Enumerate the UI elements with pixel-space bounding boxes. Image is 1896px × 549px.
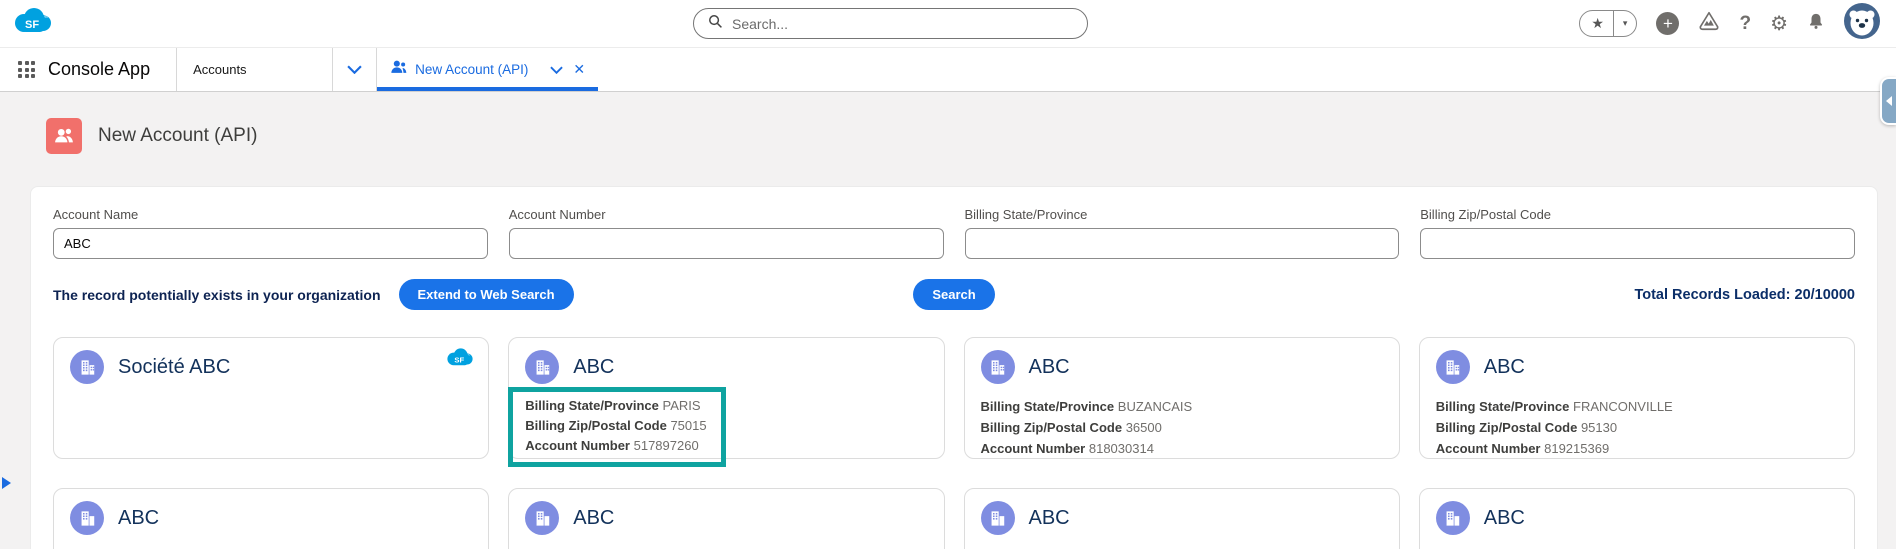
trailhead-icon[interactable] [1698, 10, 1720, 37]
record-exists-message: The record potentially exists in your or… [53, 286, 381, 303]
detail-label: Billing Zip/Postal Code [525, 418, 667, 433]
search-input[interactable] [732, 15, 1073, 32]
account-building-icon [980, 350, 1015, 384]
detail-label: Billing Zip/Postal Code [1435, 420, 1578, 435]
left-panel-expand-arrow[interactable] [2, 477, 11, 489]
account-card-title: ABC [1028, 355, 1070, 378]
account-building-icon [525, 350, 560, 384]
tab-accounts-dropdown[interactable] [332, 48, 376, 91]
account-results-grid: Société ABC SF ® ABC Billing State/Provi… [53, 337, 1855, 549]
billing-zip-label: Billing Zip/Postal Code [1420, 207, 1552, 222]
favorites-dropdown-icon[interactable]: ▾ [1612, 11, 1637, 36]
tab-close-icon[interactable]: ✕ [573, 61, 585, 78]
account-card-title: ABC [1483, 506, 1525, 529]
account-building-icon [70, 501, 104, 535]
svg-text:SF: SF [455, 355, 465, 364]
detail-value: BUZANCAIS [1117, 399, 1193, 414]
account-name-label: Account Name [53, 207, 139, 222]
record-details: Billing State/Province FRANCONVILLE Bill… [1436, 396, 1838, 459]
account-building-icon [1435, 350, 1470, 384]
account-card-societe-abc[interactable]: Société ABC SF ® [53, 337, 490, 459]
total-records-loaded: Total Records Loaded: 20/10000 [1634, 286, 1855, 303]
detail-label: Billing State/Province [525, 398, 659, 413]
detail-value: 75015 [670, 418, 707, 433]
tab-accounts[interactable]: Accounts [176, 48, 332, 91]
page-header: New Account (API) [0, 92, 1896, 172]
account-building-icon [1435, 501, 1470, 535]
account-building-icon [70, 350, 104, 384]
svg-text:SF: SF [25, 19, 39, 31]
account-card-abc-la-courneuve[interactable]: ABC Billing State/Province LA COURNEUVE [963, 488, 1400, 549]
extend-web-search-button[interactable]: Extend to Web Search [398, 279, 574, 310]
favorites-control[interactable]: ★ ▾ [1579, 10, 1638, 37]
setup-gear-icon[interactable]: ⚙ [1770, 11, 1788, 36]
account-card-abc-saint-etienne[interactable]: ABC Billing State/Province SAINT-ETIENNE [508, 488, 945, 549]
salesforce-logo-icon[interactable]: SF ® [12, 6, 54, 41]
account-card-abc-paris[interactable]: ABC Billing State/Province PARIS Billing… [508, 337, 945, 467]
account-card-abc-paris-2[interactable]: ABC Billing State/Province PARIS [1418, 488, 1855, 549]
highlighted-record-details: Billing State/Province PARIS Billing Zip… [508, 387, 726, 467]
account-card-title: ABC [1483, 355, 1525, 378]
search-results-panel: Account Name Account Number Billing Stat… [30, 186, 1878, 549]
detail-value: 818030314 [1088, 441, 1154, 456]
account-card-title: ABC [573, 355, 615, 378]
help-icon[interactable]: ? [1739, 13, 1751, 35]
account-building-icon [525, 501, 560, 535]
global-actions-icon[interactable]: + [1656, 12, 1680, 35]
account-card-title: ABC [1028, 506, 1070, 529]
tab-new-account-label: New Account (API) [415, 62, 529, 77]
detail-value: 36500 [1125, 420, 1162, 435]
account-card-abc-ancretieville[interactable]: ABC Billing State/Province ANCRETIEVILLE… [53, 488, 490, 549]
account-building-icon [980, 501, 1015, 535]
favorite-star-icon[interactable]: ★ [1580, 15, 1613, 32]
account-card-title: ABC [118, 506, 160, 529]
billing-state-input[interactable] [964, 228, 1400, 259]
account-number-label: Account Number [508, 207, 606, 222]
account-card-abc-franconville[interactable]: ABC Billing State/Province FRANCONVILLE … [1418, 337, 1855, 459]
search-icon [708, 14, 723, 34]
billing-state-label: Billing State/Province [964, 207, 1088, 222]
salesforce-record-badge-icon: SF ® [445, 347, 475, 373]
record-details: Billing State/Province BUZANCAIS Billing… [981, 396, 1383, 459]
tab-dropdown-icon[interactable] [550, 66, 564, 74]
chevron-left-icon [1886, 96, 1892, 106]
detail-label: Billing State/Province [1435, 399, 1570, 414]
detail-label: Account Number [980, 441, 1086, 456]
account-card-title: Société ABC [118, 355, 231, 378]
app-name: Console App [48, 59, 151, 79]
page-title: New Account (API) [98, 125, 258, 146]
right-panel-toggle[interactable] [1880, 77, 1896, 125]
tab-new-account-api[interactable]: New Account (API) ✕ [376, 48, 599, 91]
global-header: SF ® ★ ▾ + [0, 0, 1896, 48]
global-search[interactable] [693, 8, 1088, 39]
detail-value: 95130 [1580, 420, 1618, 435]
svg-text:®: ® [44, 13, 49, 20]
billing-zip-input[interactable] [1420, 228, 1855, 259]
detail-label: Billing Zip/Postal Code [980, 420, 1123, 435]
detail-label: Billing State/Province [980, 399, 1115, 414]
console-app-window: SF ® ★ ▾ + [0, 0, 1896, 549]
user-avatar[interactable] [1844, 3, 1880, 44]
detail-label: Account Number [1435, 441, 1541, 456]
tab-accounts-label: Accounts [193, 62, 247, 77]
console-tab-bar: Console App Accounts New Account (API) ✕ [0, 48, 1896, 92]
detail-value: 819215369 [1544, 441, 1610, 456]
account-card-title: ABC [573, 506, 615, 529]
actions-row: The record potentially exists in your or… [53, 279, 1855, 310]
app-launcher-waffle-icon[interactable] [18, 61, 35, 78]
header-actions: ★ ▾ + ? ⚙ [1579, 3, 1880, 44]
account-contacts-icon [46, 118, 82, 154]
detail-value: PARIS [662, 398, 701, 413]
chevron-down-icon [347, 65, 362, 74]
notifications-bell-icon[interactable] [1807, 11, 1825, 36]
account-name-input[interactable] [53, 228, 488, 259]
detail-value: FRANCONVILLE [1573, 399, 1673, 414]
account-card-abc-buzancais[interactable]: ABC Billing State/Province BUZANCAIS Bil… [963, 337, 1400, 459]
search-button[interactable]: Search [913, 279, 995, 310]
detail-value: 517897260 [633, 438, 699, 453]
new-account-person-icon [390, 59, 407, 80]
search-fields: Account Name Account Number Billing Stat… [53, 207, 1855, 259]
account-number-input[interactable] [508, 228, 944, 259]
detail-label: Account Number [525, 438, 630, 453]
